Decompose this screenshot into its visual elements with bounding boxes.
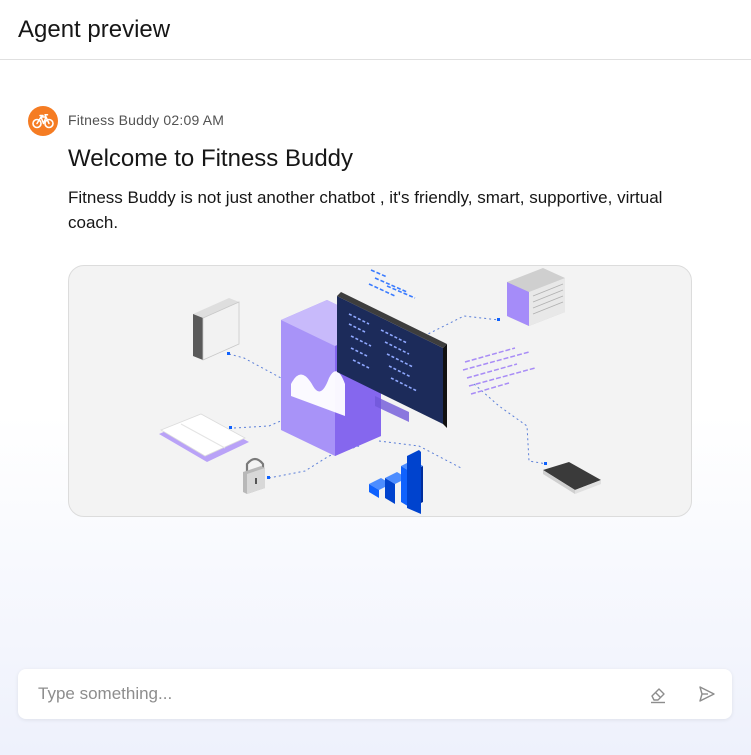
- tablet-icon: [543, 462, 601, 494]
- agent-avatar: [28, 106, 58, 136]
- message-time: 02:09 AM: [163, 112, 225, 128]
- eraser-icon: [651, 688, 665, 704]
- bicycle-icon: [32, 114, 54, 129]
- message-title: Welcome to Fitness Buddy: [68, 145, 354, 172]
- monitor-illustration: [281, 292, 447, 456]
- message-meta: Fitness Buddy 02:09 AM: [68, 112, 224, 128]
- header: Agent preview: [0, 0, 751, 60]
- message-input[interactable]: [18, 669, 628, 719]
- sender-name: Fitness Buddy: [68, 112, 160, 128]
- message-image: [68, 265, 692, 517]
- book-icon: [159, 413, 249, 462]
- server-icon: [507, 268, 565, 326]
- bar-chart-illustration: [369, 450, 423, 514]
- message-composer: [18, 669, 732, 719]
- page-title: Agent preview: [18, 16, 171, 43]
- send-button[interactable]: [695, 682, 719, 706]
- folder-icon: [193, 298, 240, 361]
- lock-icon: [243, 457, 265, 494]
- message-body: Fitness Buddy is not just another chatbo…: [68, 188, 663, 232]
- clear-button[interactable]: [646, 682, 670, 706]
- isometric-data-illustration: [159, 268, 601, 514]
- send-icon: [699, 686, 715, 702]
